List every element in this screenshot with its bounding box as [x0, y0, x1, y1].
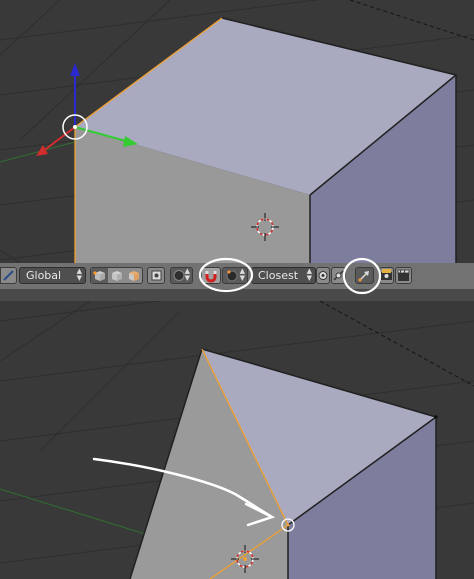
snap-self-icon[interactable]: [316, 267, 330, 284]
relationship-line: [349, 0, 474, 41]
viewport-top-canvas: [0, 0, 474, 263]
viewport-bottom-canvas: [0, 301, 474, 579]
snap-element-icon[interactable]: ▲ ▼: [222, 267, 248, 284]
render-icon[interactable]: [379, 267, 394, 284]
transform-orientation-value: Global: [26, 269, 62, 282]
viewport-header-toolbar: Global ▲ ▼ ▲ ▼ ▲ ▼ Closest ▲ ▼: [0, 263, 474, 290]
vertex-point: [434, 415, 438, 419]
select-mode-group: [90, 267, 143, 284]
proportional-edit-icon[interactable]: ▲ ▼: [170, 267, 193, 284]
edge-select-icon: [112, 271, 122, 281]
relationship-line: [319, 301, 474, 387]
viewport-3d-top[interactable]: [0, 0, 474, 263]
dropdown-arrows-icon: ▲ ▼: [76, 267, 82, 282]
viewport-3d-bottom[interactable]: [0, 301, 474, 579]
snap-project-icon[interactable]: [355, 267, 374, 284]
dropdown-arrows-icon: ▲ ▼: [306, 267, 312, 282]
axis-z-arrow-icon: [70, 63, 80, 76]
view-icon[interactable]: [0, 267, 17, 284]
clapperboard-icon[interactable]: [395, 267, 412, 284]
snap-target-value: Closest: [258, 269, 299, 282]
snap-target-dropdown[interactable]: Closest ▲ ▼: [251, 267, 316, 284]
snap-align-rotation-icon[interactable]: [331, 267, 346, 284]
transform-orientation-dropdown[interactable]: Global ▲ ▼: [19, 267, 86, 284]
axis-x-arrow-icon: [36, 145, 48, 156]
header-separator: [0, 289, 474, 301]
snap-magnet-icon[interactable]: [201, 267, 221, 284]
occlude-geometry-icon[interactable]: [147, 267, 165, 284]
face-select-icon: [129, 271, 139, 281]
